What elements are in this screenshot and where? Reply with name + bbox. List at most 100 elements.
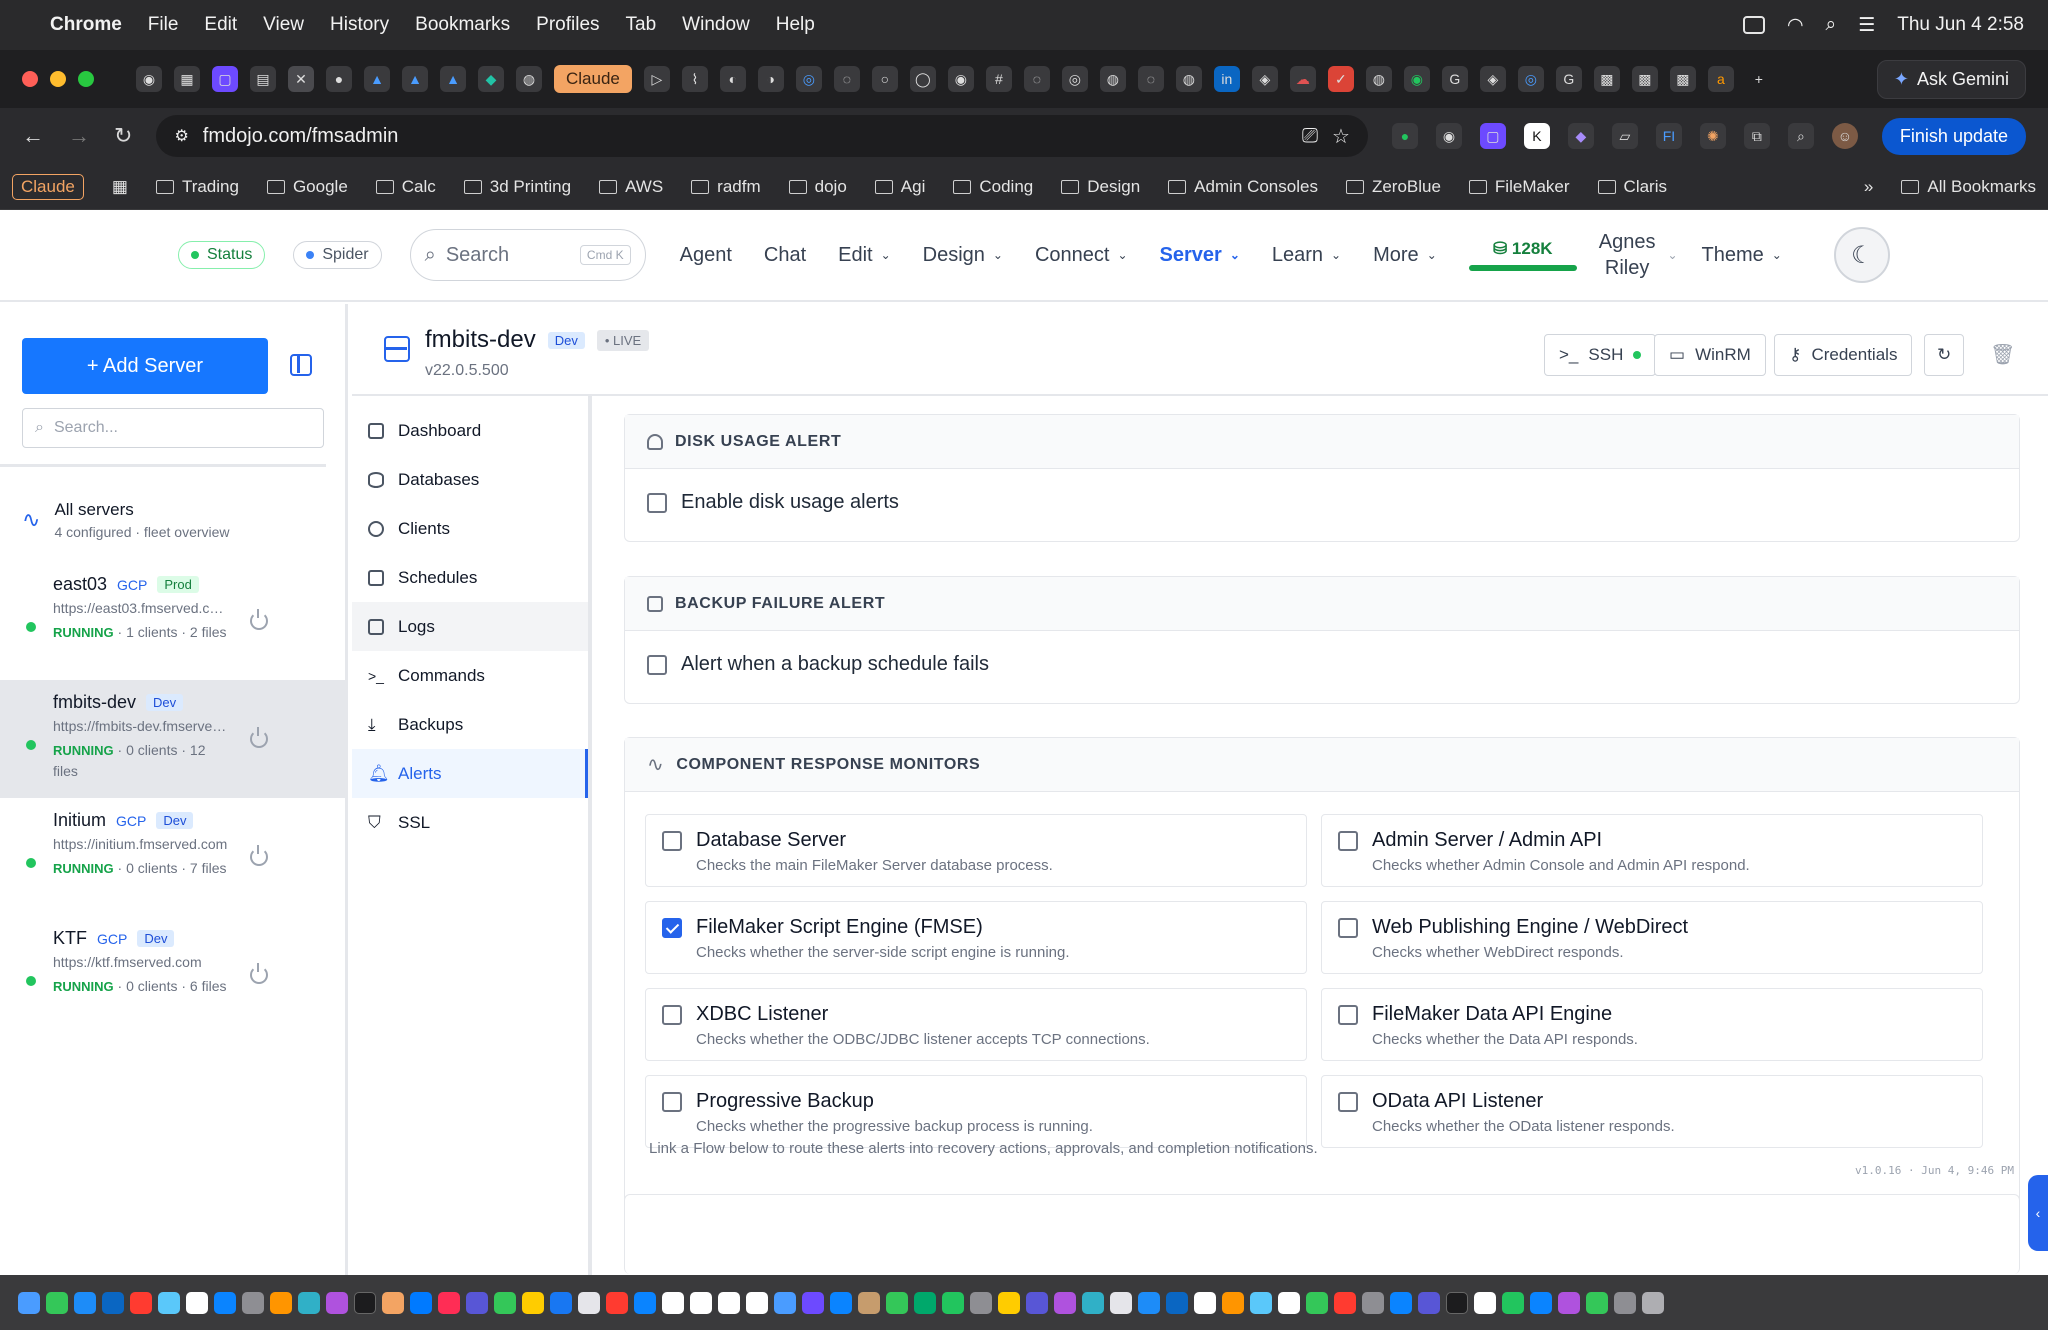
monitor-progressive-backup[interactable]: Progressive Backup Checks whether the pro… bbox=[645, 1075, 1307, 1148]
dock-app-icon[interactable] bbox=[130, 1291, 152, 1314]
tab-favicon[interactable]: ◆ bbox=[478, 66, 504, 92]
tab-favicon[interactable]: ◯ bbox=[909, 66, 936, 92]
tab-claude[interactable]: Claude bbox=[554, 65, 632, 93]
google-icon[interactable]: G bbox=[1441, 66, 1468, 92]
dock-app-icon[interactable] bbox=[298, 1291, 320, 1314]
apps-grid-icon[interactable]: ▦ bbox=[112, 177, 128, 197]
tab-favicon[interactable]: ◈ bbox=[1479, 66, 1506, 92]
menu-window[interactable]: Window bbox=[682, 14, 750, 36]
server-search-input[interactable]: ⌕ Search... bbox=[22, 408, 324, 448]
dock-app-icon[interactable] bbox=[970, 1291, 992, 1314]
dock-app-icon[interactable] bbox=[158, 1291, 180, 1314]
checkbox-box[interactable] bbox=[662, 1092, 682, 1112]
nav-chat[interactable]: Chat bbox=[764, 244, 806, 267]
nav-edit[interactable]: Edit ⌄ bbox=[838, 244, 891, 267]
dock-app-icon[interactable] bbox=[214, 1291, 236, 1314]
monitor-script-engine[interactable]: FileMaker Script Engine (FMSE) Checks whe… bbox=[645, 901, 1307, 974]
user-menu-chevron-icon[interactable]: ⌄ bbox=[1667, 248, 1677, 262]
subnav-databases[interactable]: Databases bbox=[352, 455, 588, 504]
bookmark-folder[interactable]: Agi bbox=[874, 177, 925, 197]
dock-app-icon[interactable] bbox=[914, 1291, 936, 1314]
dock-app-icon[interactable] bbox=[1474, 1291, 1496, 1314]
dark-mode-moon-icon[interactable]: ☾ bbox=[1833, 227, 1890, 283]
monitor-data-api[interactable]: FileMaker Data API Engine Checks whether … bbox=[1321, 988, 1983, 1061]
dock-app-icon[interactable] bbox=[634, 1291, 656, 1314]
dock-app-icon[interactable] bbox=[186, 1291, 208, 1314]
zoom-window-button[interactable] bbox=[78, 71, 94, 87]
trash-icon[interactable] bbox=[1642, 1291, 1664, 1314]
tab-favicon[interactable]: ▲ bbox=[402, 66, 428, 92]
checkbox-box[interactable] bbox=[662, 1005, 682, 1025]
bookmark-folder[interactable]: FileMaker bbox=[1468, 177, 1570, 197]
trash-icon[interactable]: 🗑 bbox=[1990, 342, 2015, 367]
minimize-window-button[interactable] bbox=[50, 71, 66, 87]
dock-app-icon[interactable] bbox=[438, 1291, 460, 1314]
assistant-drawer-toggle-chevron-left-icon[interactable]: ‹ bbox=[2028, 1175, 2048, 1251]
finish-update-button[interactable]: Finish update bbox=[1881, 117, 2026, 155]
bookmark-folder[interactable]: 3d Printing bbox=[463, 177, 571, 197]
tab-favicon[interactable]: ✓ bbox=[1327, 66, 1354, 92]
evernote-extension-icon[interactable]: ● bbox=[1391, 123, 1418, 149]
menubar-clock[interactable]: Thu Jun 4 2:58 bbox=[1897, 14, 2024, 36]
tab-favicon[interactable]: ▢ bbox=[212, 66, 238, 92]
dock-app-icon[interactable] bbox=[662, 1291, 684, 1314]
collapse-sidebar-icon[interactable] bbox=[290, 354, 312, 376]
bookmark-star-icon[interactable]: ☆ bbox=[1332, 124, 1350, 149]
bookmark-folder[interactable]: Google bbox=[266, 177, 348, 197]
dock-app-icon[interactable] bbox=[410, 1291, 432, 1314]
power-icon[interactable] bbox=[250, 609, 268, 630]
add-server-button[interactable]: + Add Server bbox=[22, 338, 268, 394]
ssh-button[interactable]: >_ SSH bbox=[1544, 334, 1657, 376]
dock-app-icon[interactable] bbox=[578, 1291, 600, 1314]
dock-app-icon[interactable] bbox=[830, 1291, 852, 1314]
address-url[interactable]: fmdojo.com/fmsadmin bbox=[203, 125, 399, 148]
tab-favicon[interactable]: ◌ bbox=[833, 66, 860, 92]
menu-view[interactable]: View bbox=[263, 14, 304, 36]
server-list-item-initium[interactable]: Initium GCP Dev https://initium.fmserved… bbox=[0, 798, 345, 916]
spotlight-search-icon[interactable]: ⌕ bbox=[1826, 14, 1837, 36]
bookmark-claude[interactable]: Claude bbox=[12, 173, 84, 200]
dock-app-icon[interactable] bbox=[1502, 1291, 1524, 1314]
site-settings-icon[interactable]: ⚙ bbox=[174, 126, 188, 146]
tab-favicon[interactable]: ◈ bbox=[1251, 66, 1278, 92]
google-icon[interactable]: G bbox=[1555, 66, 1582, 92]
monitor-database-server[interactable]: Database Server Checks the main FileMaker… bbox=[645, 814, 1307, 887]
dock-app-icon[interactable] bbox=[354, 1291, 376, 1314]
nav-more[interactable]: More ⌄ bbox=[1373, 244, 1437, 267]
checkbox-box-checked[interactable] bbox=[662, 918, 682, 938]
dock-app-icon[interactable] bbox=[1082, 1291, 1104, 1314]
close-window-button[interactable] bbox=[22, 71, 38, 87]
checkbox-box[interactable] bbox=[1338, 1005, 1358, 1025]
dock-app-icon[interactable] bbox=[1334, 1291, 1356, 1314]
amazon-icon[interactable]: a bbox=[1707, 66, 1734, 92]
tab-favicon[interactable]: ◉ bbox=[1403, 66, 1430, 92]
spider-pill[interactable]: Spider bbox=[293, 241, 382, 269]
tab-favicon[interactable]: ▲ bbox=[440, 66, 466, 92]
alert-backup-fails-checkbox[interactable]: Alert when a backup schedule fails bbox=[647, 653, 1997, 676]
dock-app-icon[interactable] bbox=[746, 1291, 768, 1314]
extension-icon[interactable]: ▢ bbox=[1479, 123, 1506, 149]
github-icon[interactable]: ● bbox=[326, 66, 352, 92]
checkbox-box[interactable] bbox=[1338, 1092, 1358, 1112]
app-menu-chrome[interactable]: Chrome bbox=[50, 14, 122, 36]
linkedin-icon[interactable]: in bbox=[1213, 66, 1240, 92]
tab-favicon[interactable]: ☁ bbox=[1289, 66, 1316, 92]
token-credits-meter[interactable]: ⛁ 128K bbox=[1468, 239, 1577, 271]
address-bar[interactable]: ⚙ fmdojo.com/fmsadmin ⎚ ☆ bbox=[156, 115, 1368, 157]
checkbox-box[interactable] bbox=[647, 492, 667, 513]
bookmark-folder[interactable]: AWS bbox=[599, 177, 663, 197]
tab-favicon[interactable]: ▤ bbox=[250, 66, 276, 92]
checkbox-box[interactable] bbox=[1338, 918, 1358, 938]
subnav-commands[interactable]: >_ Commands bbox=[352, 651, 588, 700]
dock-app-icon[interactable] bbox=[1586, 1291, 1608, 1314]
dock-app-icon[interactable] bbox=[1026, 1291, 1048, 1314]
tab-favicon[interactable]: ▲ bbox=[364, 66, 390, 92]
menu-help[interactable]: Help bbox=[776, 14, 815, 36]
dock-app-icon[interactable] bbox=[382, 1291, 404, 1314]
tab-search-icon[interactable]: ⌕ bbox=[1787, 123, 1814, 149]
extensions-puzzle-icon[interactable]: ⧉ bbox=[1743, 123, 1770, 149]
tab-favicon[interactable]: ◍ bbox=[1099, 66, 1126, 92]
tab-favicon[interactable]: ◑ bbox=[757, 66, 784, 92]
dock-app-icon[interactable] bbox=[522, 1291, 544, 1314]
back-arrow-icon[interactable]: ← bbox=[22, 123, 44, 149]
